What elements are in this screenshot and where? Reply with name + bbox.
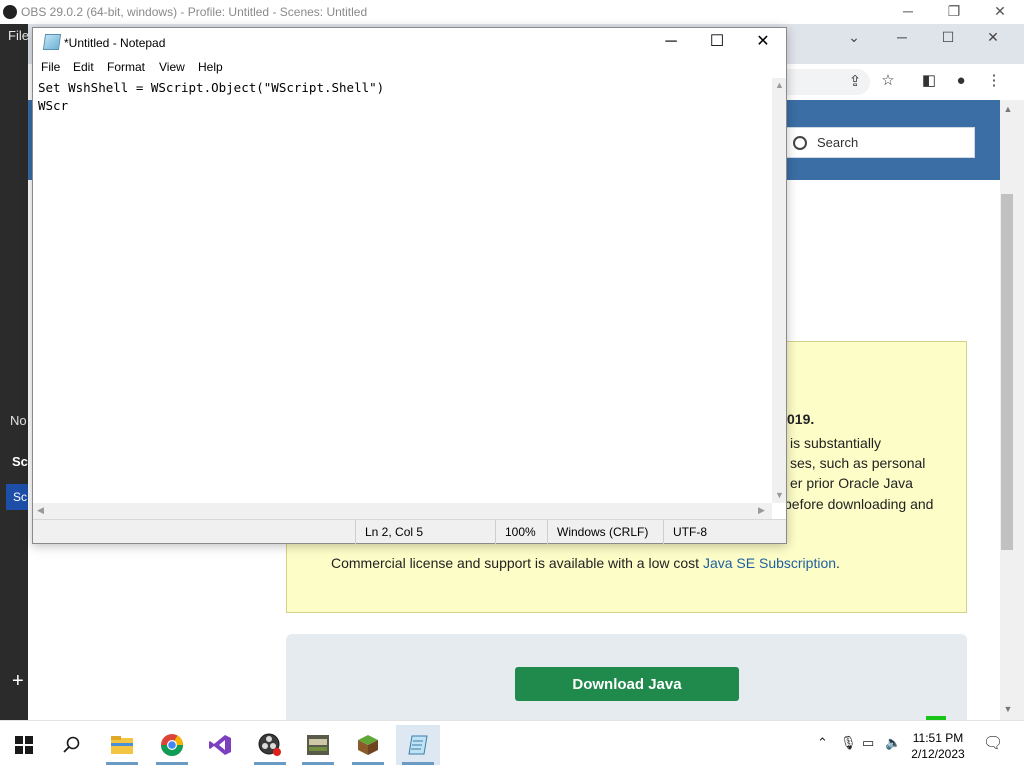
obs-logo-icon <box>3 5 17 19</box>
browser-menu-icon[interactable]: ⋮ <box>985 72 1003 90</box>
explorer-running-indicator <box>106 762 138 765</box>
search-icon <box>63 736 80 753</box>
notepad-window: *Untitled - Notepad ─ ☐ ✕ File Edit Form… <box>32 27 787 544</box>
menu-format[interactable]: Format <box>107 60 145 74</box>
np-scroll-down-icon[interactable]: ▼ <box>775 490 784 500</box>
obs-scenes-heading: Sc <box>12 454 28 469</box>
notice-footer-text: Commercial license and support is availa… <box>331 555 703 571</box>
scrollbar-thumb[interactable] <box>1001 194 1013 550</box>
notice-line-4: before downloading and <box>784 496 934 512</box>
taskbar: ⌃ 🎙 ▭ 🔈 11:51 PM 2/12/2023 🗨 <box>0 720 1024 768</box>
status-line-ending: Windows (CRLF) <box>547 520 663 544</box>
menu-file[interactable]: File <box>41 60 60 74</box>
browser-minimize-button[interactable]: ─ <box>880 26 924 50</box>
notice-heading: 019. <box>787 411 815 427</box>
obs-menu-file[interactable]: File <box>8 28 29 43</box>
download-panel: Download Java <box>286 634 967 720</box>
search-icon <box>793 135 807 150</box>
side-panel-icon[interactable]: ◧ <box>920 72 938 90</box>
system-clock[interactable]: 11:51 PM 2/12/2023 <box>906 730 970 762</box>
notepad-app-icon <box>42 34 62 50</box>
clock-time: 11:51 PM <box>912 731 964 745</box>
notepad-title-bar: *Untitled - Notepad ─ ☐ ✕ <box>33 28 786 58</box>
obs-left-panel: File No Sc Sc + <box>0 24 29 720</box>
minecraft-icon <box>358 735 378 755</box>
taskbar-minecraft[interactable] <box>348 725 388 765</box>
browser-close-button[interactable]: ✕ <box>971 26 1015 50</box>
taskbar-chrome[interactable] <box>152 725 192 765</box>
taskbar-search-button[interactable] <box>52 725 92 765</box>
chrome-icon <box>161 734 183 756</box>
notice-line-2: ses, such as personal <box>790 455 926 471</box>
network-icon[interactable]: ▭ <box>862 735 874 751</box>
notepad-minimize-button[interactable]: ─ <box>648 28 694 58</box>
minecraft-launcher-running-indicator <box>302 762 334 765</box>
menu-help[interactable]: Help <box>198 60 223 74</box>
notepad-horizontal-scrollbar[interactable]: ◀ ▶ <box>33 503 772 519</box>
taskbar-visual-studio[interactable] <box>200 725 240 765</box>
obs-maximize-button[interactable]: ❐ <box>931 0 977 24</box>
status-cursor-position: Ln 2, Col 5 <box>355 520 495 544</box>
obs-close-button[interactable]: ✕ <box>977 0 1023 24</box>
notice-footer: Commercial license and support is availa… <box>331 555 840 571</box>
address-bar[interactable]: ⇪ <box>784 69 870 95</box>
taskbar-obs[interactable] <box>250 725 290 765</box>
notepad-close-button[interactable]: ✕ <box>740 28 786 58</box>
obs-no-source-label: No <box>10 413 27 428</box>
site-search-placeholder: Search <box>817 135 859 150</box>
notice-line-1: is substantially <box>790 435 882 451</box>
notepad-vertical-scrollbar[interactable]: ▲ ▼ <box>772 78 786 503</box>
menu-view[interactable]: View <box>159 60 185 74</box>
notepad-running-indicator <box>402 762 434 765</box>
bookmark-star-icon[interactable]: ☆ <box>879 72 897 90</box>
notepad-title: *Untitled - Notepad <box>64 36 166 50</box>
notice-footer-end: . <box>836 555 840 571</box>
obs-add-scene-button[interactable]: + <box>12 670 24 693</box>
site-search-input[interactable]: Search <box>786 127 975 158</box>
obs-icon <box>258 733 281 756</box>
menu-edit[interactable]: Edit <box>73 60 94 74</box>
minecraft-launcher-icon <box>307 735 329 755</box>
obs-minimize-button[interactable]: ─ <box>885 0 931 24</box>
share-icon[interactable]: ⇪ <box>846 73 864 91</box>
scroll-up-arrow-icon[interactable]: ▲ <box>1002 104 1014 116</box>
browser-maximize-button[interactable]: ☐ <box>926 26 970 50</box>
profile-avatar-icon[interactable]: ● <box>952 72 970 90</box>
np-scroll-up-icon[interactable]: ▲ <box>775 80 784 90</box>
np-scroll-left-icon[interactable]: ◀ <box>37 505 44 516</box>
notepad-menu-bar: File Edit Format View Help <box>33 58 786 78</box>
chrome-running-indicator <box>156 762 188 765</box>
scroll-down-arrow-icon[interactable]: ▼ <box>1002 704 1014 716</box>
browser-scrollbar[interactable]: ▲ ▼ <box>1000 100 1024 720</box>
obs-running-indicator <box>254 762 286 765</box>
volume-icon[interactable]: 🔈 <box>885 735 901 751</box>
status-encoding: UTF-8 <box>663 520 786 544</box>
taskbar-file-explorer[interactable] <box>102 725 142 765</box>
clock-date: 2/12/2023 <box>911 747 965 761</box>
obs-window-title: OBS 29.0.2 (64-bit, windows) - Profile: … <box>21 5 368 19</box>
taskbar-minecraft-launcher[interactable] <box>298 725 338 765</box>
microphone-icon[interactable]: 🎙 <box>840 735 857 751</box>
status-zoom: 100% <box>495 520 547 544</box>
java-se-subscription-link[interactable]: Java SE Subscription <box>703 555 836 571</box>
np-scroll-right-icon[interactable]: ▶ <box>758 505 765 516</box>
show-hidden-icons-chevron-icon[interactable]: ⌃ <box>817 735 828 751</box>
visual-studio-icon <box>209 735 231 755</box>
notepad-icon <box>408 735 428 755</box>
download-java-button[interactable]: Download Java <box>515 667 739 701</box>
notice-line-3: er prior Oracle Java <box>790 475 913 491</box>
taskbar-notepad[interactable] <box>396 725 440 765</box>
file-explorer-icon <box>111 736 133 754</box>
windows-start-icon <box>15 736 33 754</box>
obs-scene-item[interactable]: Sc <box>6 484 28 510</box>
notification-center-icon[interactable]: 🗨 <box>983 733 1003 753</box>
start-button[interactable] <box>4 725 44 765</box>
notepad-maximize-button[interactable]: ☐ <box>694 28 740 58</box>
tab-search-chevron-icon[interactable]: ⌄ <box>832 26 876 50</box>
minecraft-running-indicator <box>352 762 384 765</box>
notepad-text-area[interactable]: Set WshShell = WScript.Object("WScript.S… <box>33 78 772 503</box>
notepad-status-bar: Ln 2, Col 5 100% Windows (CRLF) UTF-8 <box>33 519 786 544</box>
obs-title-bar: OBS 29.0.2 (64-bit, windows) - Profile: … <box>0 0 1024 24</box>
